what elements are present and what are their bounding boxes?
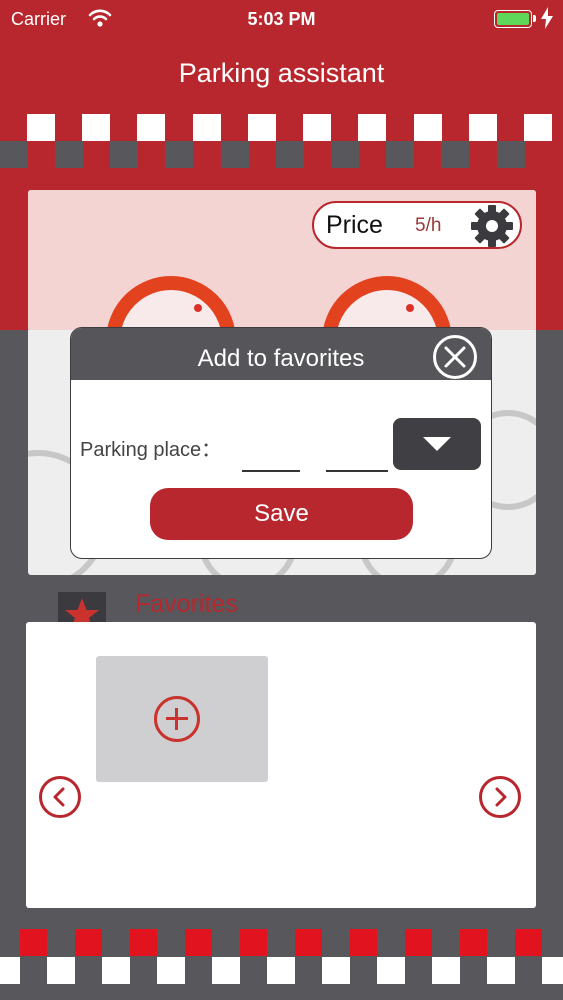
prev-button[interactable] — [39, 776, 81, 818]
plus-circle-icon — [154, 696, 200, 742]
parking-place-input-1[interactable] — [242, 470, 300, 472]
status-bar: Carrier 5:03 PM — [0, 0, 563, 40]
checker-strip-top — [0, 114, 552, 168]
dialog-title: Add to favorites — [197, 345, 365, 372]
dial-indicator — [194, 304, 202, 312]
triangle-down-icon — [423, 437, 451, 451]
battery-icon — [494, 10, 532, 28]
page-title: Parking assistant — [178, 58, 385, 88]
chevron-left-icon — [53, 787, 65, 807]
checker-strip-bottom — [0, 929, 563, 984]
add-favorite-dialog: Add to favorites Parking place： Save — [70, 327, 492, 559]
parking-place-label: Parking place： — [80, 439, 222, 461]
battery-tip — [533, 15, 536, 22]
gear-icon[interactable] — [469, 203, 515, 249]
close-icon[interactable] — [433, 335, 477, 379]
dial-indicator — [406, 304, 414, 312]
parking-place-dropdown[interactable] — [393, 418, 481, 470]
add-favorite-tile[interactable] — [96, 656, 268, 782]
next-button[interactable] — [479, 776, 521, 818]
save-button[interactable]: Save — [150, 488, 413, 540]
status-time: 5:03 PM — [247, 9, 316, 29]
parking-place-input-2[interactable] — [326, 470, 388, 472]
favorites-title: Favorites — [135, 590, 238, 618]
chevron-right-icon — [495, 787, 507, 807]
price-label: Price — [326, 211, 383, 239]
price-value: 5/h — [415, 215, 442, 236]
bolt-icon — [541, 7, 553, 29]
